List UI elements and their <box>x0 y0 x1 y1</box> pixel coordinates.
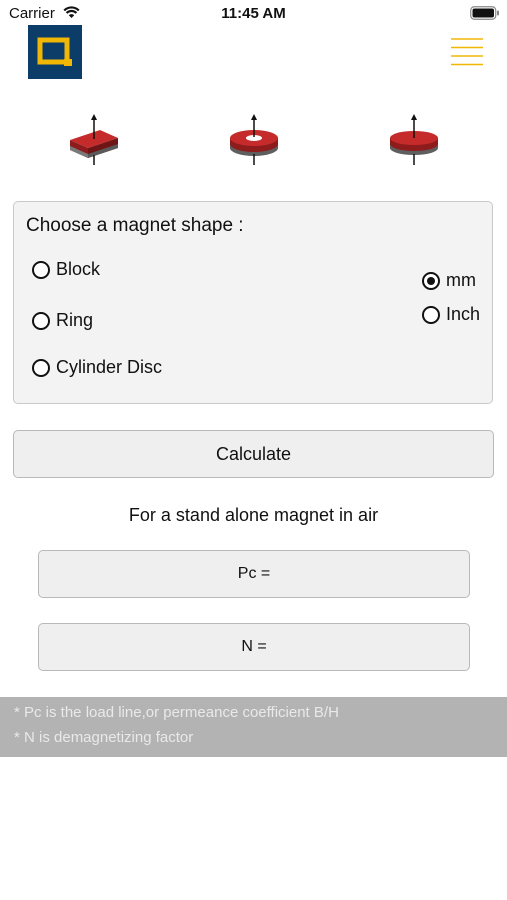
radio-label-cylinder-disc: Cylinder Disc <box>56 357 163 377</box>
radio-button-icon[interactable] <box>32 260 50 279</box>
radio-label-inch: Inch <box>446 304 481 324</box>
footnote-pc: * Pc is the load line,or permeance coeff… <box>14 704 339 721</box>
clock-time: 11:45 AM <box>221 5 286 22</box>
radio-button-icon[interactable] <box>422 305 440 324</box>
calculate-button[interactable]: Calculate <box>13 430 494 478</box>
radio-label-block: Block <box>56 259 101 279</box>
cylinder-disc-magnet-image <box>390 114 438 165</box>
radio-label-mm: mm <box>446 270 476 290</box>
n-result-field: N = <box>38 623 470 671</box>
status-bar: Carrier 11:45 AM <box>0 0 507 28</box>
radio-cylinder-disc[interactable]: Cylinder Disc <box>32 357 162 378</box>
radio-ring[interactable]: Ring <box>32 310 93 331</box>
logo-icon <box>28 25 82 79</box>
ring-magnet-image <box>230 114 278 165</box>
battery-icon <box>470 6 499 20</box>
radio-button-icon[interactable] <box>32 358 50 377</box>
hamburger-menu-icon[interactable] <box>451 38 483 66</box>
panel-title: Choose a magnet shape : <box>26 215 244 236</box>
magnet-options-panel: Choose a magnet shape : Block Ring Cylin… <box>13 201 493 404</box>
pc-result-field: Pc = <box>38 550 470 598</box>
radio-unit-mm[interactable]: mm <box>422 270 476 291</box>
radio-block[interactable]: Block <box>32 259 100 280</box>
app-screen: Carrier 11:45 AM Choose a magnet shape:… <box>0 0 507 900</box>
block-magnet-image <box>70 114 118 165</box>
radio-label-ring: Ring <box>56 310 94 330</box>
logo-mark <box>37 37 72 66</box>
radio-button-checked-icon[interactable] <box>422 271 440 290</box>
radio-button-icon[interactable] <box>32 311 50 330</box>
footnotes-panel: * Pc is the load line,or permeance coeff… <box>0 697 507 757</box>
radio-unit-inch[interactable]: Inch <box>422 304 480 325</box>
context-subtitle: For a stand alone magnet in air <box>128 505 379 525</box>
footnote-n: * N is demagnetizing factor <box>14 729 194 746</box>
